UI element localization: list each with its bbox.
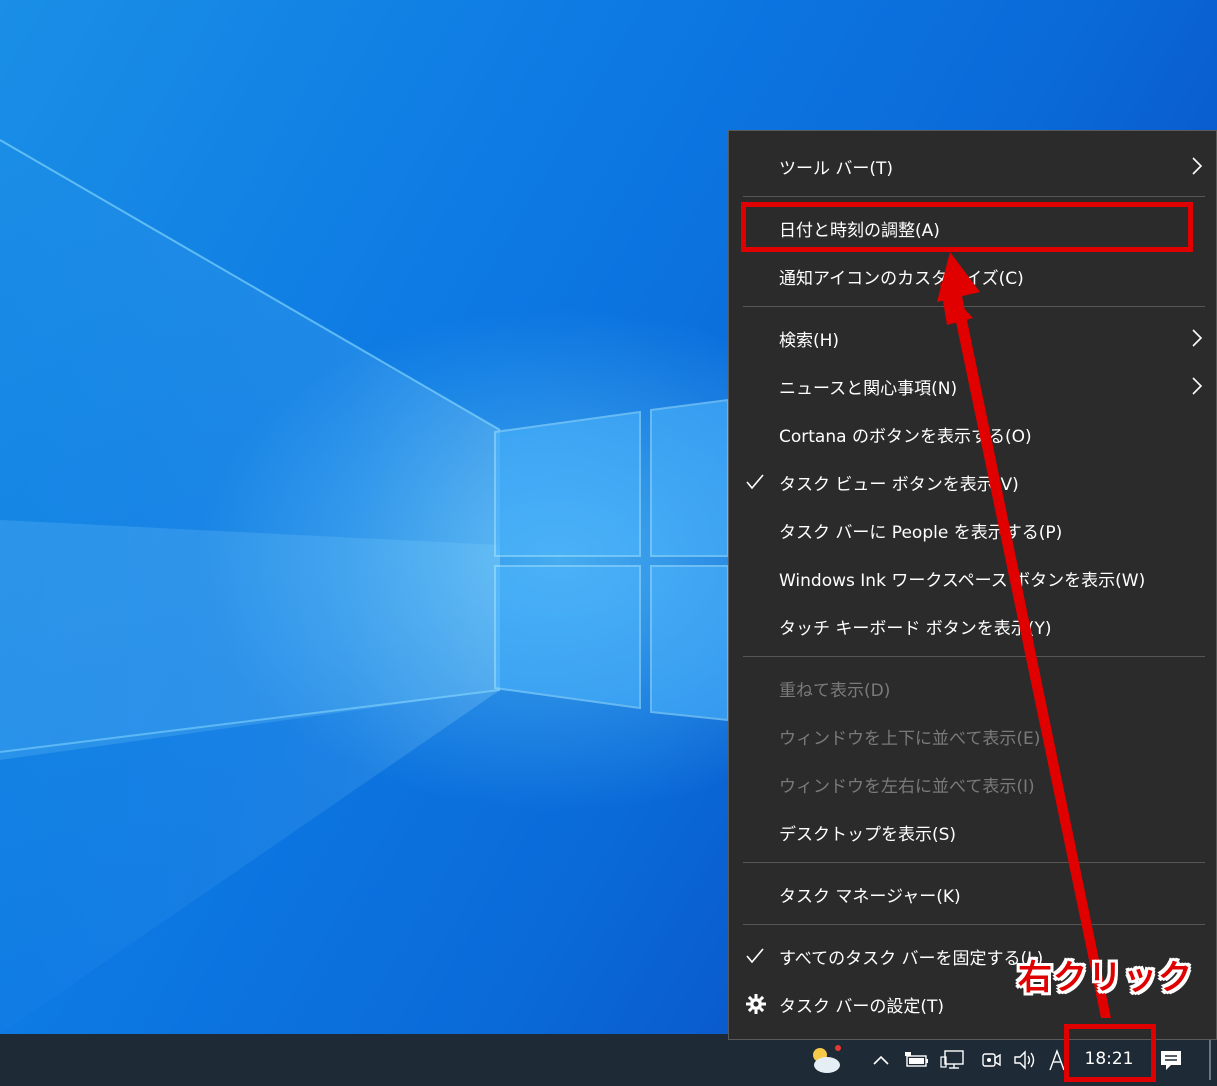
menu-item-label: タスク バーに People を表示する(P) (779, 522, 1063, 543)
chevron-right-icon (1190, 156, 1204, 176)
menu-item-label: デスクトップを表示(S) (779, 824, 957, 845)
menu-separator (743, 196, 1205, 197)
menu-separator (743, 656, 1205, 657)
menu-item-label: ウィンドウを左右に並べて表示(I) (779, 776, 1035, 797)
menu-item-label: Cortana のボタンを表示する(O) (779, 426, 1032, 447)
menu-item-show-desktop[interactable]: デスクトップを表示(S) (729, 810, 1217, 854)
menu-item-label: 検索(H) (779, 330, 840, 351)
menu-item-label: ツール バー(T) (779, 158, 894, 179)
menu-item-task-manager[interactable]: タスク マネージャー(K) (729, 872, 1217, 916)
menu-item-show-windows-ink-button[interactable]: Windows Ink ワークスペース ボタンを表示(W) (729, 556, 1217, 600)
checkmark-icon (745, 472, 765, 492)
menu-separator (743, 306, 1205, 307)
menu-item-show-touch-keyboard-button[interactable]: タッチ キーボード ボタンを表示(Y) (729, 604, 1217, 648)
menu-separator (743, 862, 1205, 863)
menu-item-label: ニュースと関心事項(N) (779, 378, 958, 399)
menu-item-show-people[interactable]: タスク バーに People を表示する(P) (729, 508, 1217, 552)
menu-item-label: タスク マネージャー(K) (779, 886, 961, 907)
menu-item-news-and-interests[interactable]: ニュースと関心事項(N) (729, 364, 1217, 408)
taskbar-context-menu: ツール バー(T) 日付と時刻の調整(A) 通知アイコンのカスタマイズ(C) 検… (728, 130, 1217, 1040)
action-center-icon[interactable] (1154, 1034, 1188, 1086)
network-icon[interactable] (938, 1034, 968, 1086)
chevron-up-icon[interactable] (868, 1034, 894, 1086)
show-desktop-button[interactable] (1209, 1040, 1211, 1080)
chevron-right-icon (1190, 328, 1204, 348)
menu-item-label: 重ねて表示(D) (779, 680, 891, 701)
menu-item-toolbars[interactable]: ツール バー(T) (729, 144, 1217, 188)
volume-icon[interactable] (1010, 1034, 1040, 1086)
weather-icon[interactable] (804, 1034, 844, 1086)
menu-item-show-cortana-button[interactable]: Cortana のボタンを表示する(O) (729, 412, 1217, 456)
menu-item-label: タスク ビュー ボタンを表示(V) (779, 474, 1019, 495)
menu-separator (743, 924, 1205, 925)
annotation-right-click-label: 右クリック (1018, 958, 1193, 998)
menu-item-show-task-view-button[interactable]: タスク ビュー ボタンを表示(V) (729, 460, 1217, 504)
menu-item-label: すべてのタスク バーを固定する(L) (779, 948, 1044, 969)
menu-item-cascade-windows: 重ねて表示(D) (729, 666, 1217, 710)
checkmark-icon (745, 946, 765, 966)
menu-item-search[interactable]: 検索(H) (729, 316, 1217, 360)
menu-item-stack-windows: ウィンドウを上下に並べて表示(E) (729, 714, 1217, 758)
meet-now-icon[interactable] (976, 1034, 1006, 1086)
chevron-right-icon (1190, 376, 1204, 396)
menu-item-label: 通知アイコンのカスタマイズ(C) (779, 268, 1024, 289)
gear-icon (745, 993, 767, 1015)
menu-item-label: Windows Ink ワークスペース ボタンを表示(W) (779, 570, 1146, 591)
menu-item-label: ウィンドウを上下に並べて表示(E) (779, 728, 1041, 749)
menu-item-label: タッチ キーボード ボタンを表示(Y) (779, 618, 1052, 639)
highlight-box-clock (1064, 1024, 1156, 1082)
battery-icon[interactable] (902, 1034, 932, 1086)
menu-item-side-by-side-windows: ウィンドウを左右に並べて表示(I) (729, 762, 1217, 806)
highlight-box-date-time (741, 202, 1193, 252)
menu-item-customize-notification-icons[interactable]: 通知アイコンのカスタマイズ(C) (729, 254, 1217, 298)
menu-item-label: タスク バーの設定(T) (779, 996, 945, 1017)
